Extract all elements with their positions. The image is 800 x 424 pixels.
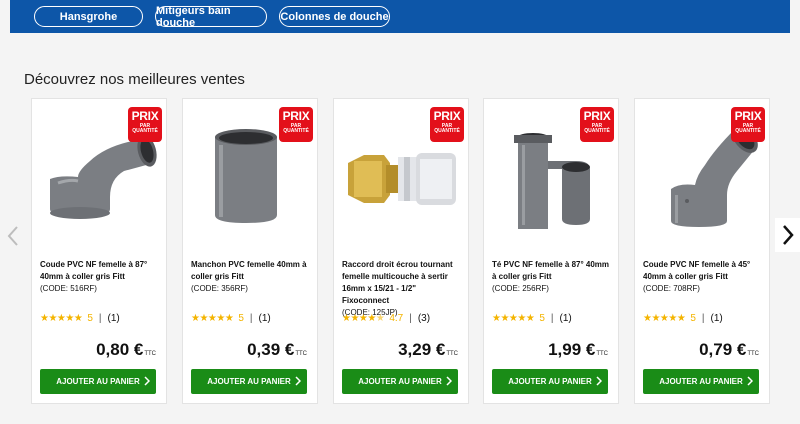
star-rating-icon: ★★★★★ [643,312,686,324]
product-price: 0,39 €TTC [247,340,307,359]
quantity-price-badge: PRIX PAR QUANTITÉ [580,107,614,142]
star-rating-icon: ★★★★★ [191,312,234,324]
star-rating-icon: ★★★★★ [342,312,385,324]
product-card[interactable]: PRIX PAR QUANTITÉ Coude PVC NF femelle à 8… [31,98,167,404]
product-code: (CODE: 708RF) [643,284,700,293]
add-to-cart-button[interactable]: AJOUTER AU PANIER [342,369,458,394]
product-rating: ★★★★★ 5 | (1) [492,312,572,324]
add-to-cart-button[interactable]: AJOUTER AU PANIER [191,369,307,394]
carousel-next-button[interactable] [775,218,800,252]
category-pill-hansgrohe[interactable]: Hansgrohe [34,6,143,27]
chevron-right-icon [144,376,150,386]
product-rating: ★★★★★ 4.7 | (3) [342,312,431,324]
product-code: (CODE: 516RF) [40,284,97,293]
product-title[interactable]: Coude PVC NF femelle à 87° 40mm à coller… [40,259,162,295]
category-nav-bar: Hansgrohe Mitigeurs bain douche Colonnes… [10,0,790,33]
product-rating: ★★★★★ 5 | (1) [191,312,271,324]
chevron-right-icon [596,376,602,386]
product-price: 0,80 €TTC [96,340,156,359]
product-price: 1,99 €TTC [548,340,608,359]
product-card[interactable]: PRIX PAR QUANTITÉ Té PVC NF femelle à 87° … [483,98,619,404]
quantity-price-badge: PRIX PAR QUANTITÉ [430,107,464,142]
chevron-right-icon [782,225,794,245]
product-card[interactable]: PRIX PAR QUANTITÉ Raccord droit écrou tour… [333,98,469,404]
product-price: 0,79 €TTC [699,340,759,359]
add-to-cart-button[interactable]: AJOUTER AU PANIER [492,369,608,394]
section-title: Découvrez nos meilleures ventes [24,71,245,88]
add-to-cart-button[interactable]: AJOUTER AU PANIER [643,369,759,394]
chevron-right-icon [295,376,301,386]
product-code: (CODE: 256RF) [492,284,549,293]
product-card[interactable]: PRIX PAR QUANTITÉ Coude PVC NF femelle à 4… [634,98,770,404]
category-pill-colonnes[interactable]: Colonnes de douche [279,6,390,27]
quantity-price-badge: PRIX PAR QUANTITÉ [128,107,162,142]
quantity-price-badge: PRIX PAR QUANTITÉ [731,107,765,142]
star-rating-icon: ★★★★★ [40,312,83,324]
product-rating: ★★★★★ 5 | (1) [643,312,723,324]
product-title[interactable]: Manchon PVC femelle 40mm à coller gris F… [191,259,313,295]
product-title[interactable]: Raccord droit écrou tournant femelle mul… [342,259,464,319]
product-title[interactable]: Coude PVC NF femelle à 45° 40mm à coller… [643,259,765,295]
product-title[interactable]: Té PVC NF femelle à 87° 40mm à coller gr… [492,259,614,295]
star-rating-icon: ★★★★★ [492,312,535,324]
product-card[interactable]: PRIX PAR QUANTITÉ Manchon PVC femelle 40mm… [182,98,318,404]
chevron-right-icon [446,376,452,386]
chevron-right-icon [747,376,753,386]
chevron-left-icon [7,226,18,246]
carousel-prev-button[interactable] [2,222,24,250]
product-rating: ★★★★★ 5 | (1) [40,312,120,324]
product-code: (CODE: 356RF) [191,284,248,293]
add-to-cart-button[interactable]: AJOUTER AU PANIER [40,369,156,394]
product-price: 3,29 €TTC [398,340,458,359]
category-pill-mitigeurs[interactable]: Mitigeurs bain douche [155,5,267,29]
quantity-price-badge: PRIX PAR QUANTITÉ [279,107,313,142]
